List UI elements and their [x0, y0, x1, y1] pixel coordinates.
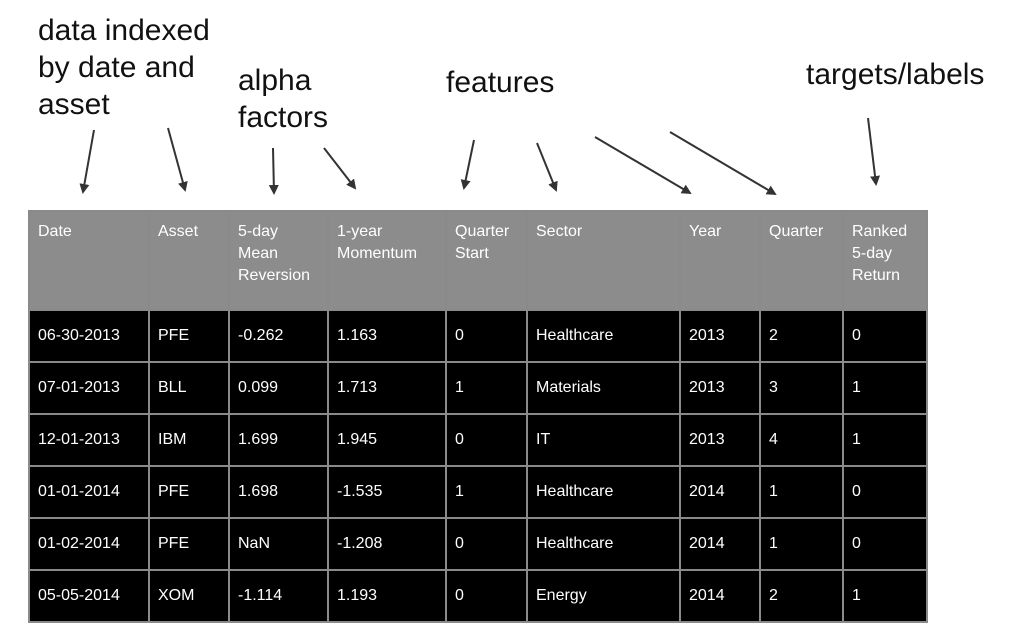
- table-cell: -1.208: [327, 517, 447, 571]
- table-cell: -0.262: [228, 309, 329, 363]
- table-cell: 4: [759, 413, 844, 467]
- arrow-to-year: [594, 136, 692, 195]
- table-cell: Materials: [526, 361, 681, 415]
- arrow-to-asset: [167, 127, 188, 192]
- table-row: 07-01-2013 BLL 0.099 1.713 1 Materials 2…: [28, 361, 928, 415]
- table-cell: 1: [445, 361, 528, 415]
- table-cell: Healthcare: [526, 309, 681, 363]
- table-cell: 2: [759, 569, 844, 623]
- table-cell: 1: [445, 465, 528, 519]
- arrow-to-quarter-start: [460, 139, 475, 190]
- table-cell: 1.713: [327, 361, 447, 415]
- column-header-year: Year: [679, 210, 761, 311]
- table-cell: 1: [842, 569, 928, 623]
- column-header-momentum: 1-year Momentum: [327, 210, 447, 311]
- table-cell: 1: [759, 517, 844, 571]
- arrow-to-sector: [536, 142, 558, 192]
- table-cell: 1.945: [327, 413, 447, 467]
- table-cell: 1.698: [228, 465, 329, 519]
- table-cell: 1.699: [228, 413, 329, 467]
- table-cell: IBM: [148, 413, 230, 467]
- table-row: 01-02-2014 PFE NaN -1.208 0 Healthcare 2…: [28, 517, 928, 571]
- table-row: 06-30-2013 PFE -0.262 1.163 0 Healthcare…: [28, 309, 928, 363]
- table-cell: 0: [445, 569, 528, 623]
- table-cell: PFE: [148, 465, 230, 519]
- table-header-row: Date Asset 5-day Mean Reversion 1-year M…: [28, 210, 928, 311]
- column-header-date: Date: [28, 210, 150, 311]
- table-cell: 05-05-2014: [28, 569, 150, 623]
- table-cell: 2014: [679, 517, 761, 571]
- table-cell: 1: [759, 465, 844, 519]
- arrow-to-ranked-return: [867, 117, 881, 186]
- table-cell: 0: [445, 413, 528, 467]
- table-row: 12-01-2013 IBM 1.699 1.945 0 IT 2013 4 1: [28, 413, 928, 467]
- table-cell: 1: [842, 413, 928, 467]
- table-cell: 1: [842, 361, 928, 415]
- table-cell: Healthcare: [526, 517, 681, 571]
- table-cell: IT: [526, 413, 681, 467]
- table-cell: 07-01-2013: [28, 361, 150, 415]
- column-header-quarter: Quarter: [759, 210, 844, 311]
- table-cell: 1.193: [327, 569, 447, 623]
- table-cell: 0: [842, 517, 928, 571]
- table-cell: 2013: [679, 361, 761, 415]
- table-cell: -1.114: [228, 569, 329, 623]
- column-header-ranked-return: Ranked 5-day Return: [842, 210, 928, 311]
- arrow-to-date: [79, 129, 95, 194]
- table-cell: 0.099: [228, 361, 329, 415]
- column-header-quarter-start: Quarter Start: [445, 210, 528, 311]
- table-cell: 0: [445, 309, 528, 363]
- annotation-features: features: [446, 66, 555, 99]
- table-cell: 3: [759, 361, 844, 415]
- arrow-to-quarter: [669, 131, 777, 196]
- table-cell: 2013: [679, 413, 761, 467]
- arrow-to-momentum: [323, 147, 357, 190]
- table-cell: NaN: [228, 517, 329, 571]
- data-table: Date Asset 5-day Mean Reversion 1-year M…: [28, 210, 928, 623]
- table-cell: Energy: [526, 569, 681, 623]
- table-cell: 1.163: [327, 309, 447, 363]
- table-cell: 06-30-2013: [28, 309, 150, 363]
- table-cell: PFE: [148, 309, 230, 363]
- table-cell: 2014: [679, 569, 761, 623]
- table-cell: Healthcare: [526, 465, 681, 519]
- table-row: 05-05-2014 XOM -1.114 1.193 0 Energy 201…: [28, 569, 928, 623]
- table-cell: -1.535: [327, 465, 447, 519]
- column-header-sector: Sector: [526, 210, 681, 311]
- table-cell: XOM: [148, 569, 230, 623]
- annotation-alpha-factors: alpha factors: [238, 64, 329, 134]
- column-header-mean-reversion: 5-day Mean Reversion: [228, 210, 329, 311]
- table-cell: BLL: [148, 361, 230, 415]
- table-cell: 12-01-2013: [28, 413, 150, 467]
- annotation-targets-labels: targets/labels: [806, 58, 985, 91]
- table-cell: 0: [842, 309, 928, 363]
- table-cell: 0: [445, 517, 528, 571]
- table-cell: 2014: [679, 465, 761, 519]
- table-cell: 0: [842, 465, 928, 519]
- table-cell: 2: [759, 309, 844, 363]
- annotation-data-indexed: data indexed by date and asset: [38, 14, 210, 121]
- column-header-asset: Asset: [148, 210, 230, 311]
- table-cell: 2013: [679, 309, 761, 363]
- table-cell: 01-02-2014: [28, 517, 150, 571]
- table-row: 01-01-2014 PFE 1.698 -1.535 1 Healthcare…: [28, 465, 928, 519]
- table-cell: 01-01-2014: [28, 465, 150, 519]
- table-cell: PFE: [148, 517, 230, 571]
- arrow-to-mean-reversion: [268, 147, 279, 195]
